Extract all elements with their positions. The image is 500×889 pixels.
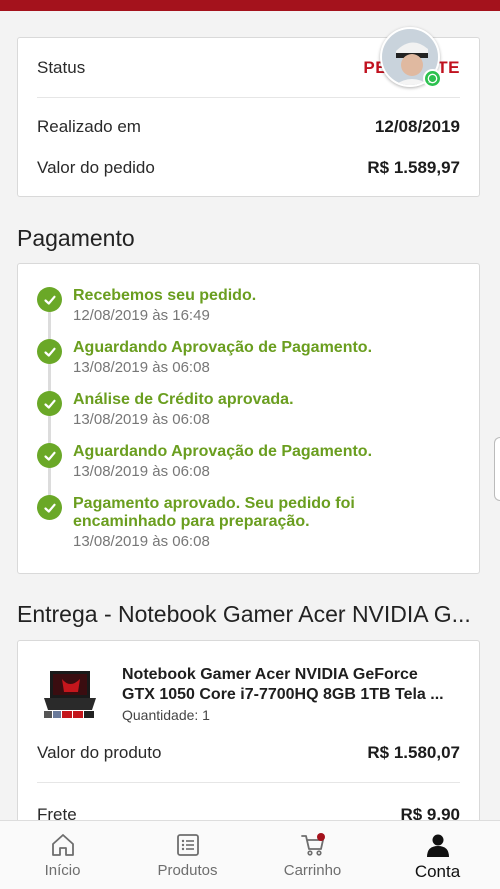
cart-badge-dot xyxy=(316,833,325,841)
nav-carrinho-label: Carrinho xyxy=(283,862,342,879)
valor-produto-value: R$ 1.580,07 xyxy=(367,743,460,762)
realizado-label: Realizado em xyxy=(37,117,141,136)
bottom-navigation: Início Produtos Carrinho Conta xyxy=(0,820,500,889)
step-date: 12/08/2019 às 16:49 xyxy=(73,307,210,324)
status-label: Status xyxy=(37,58,86,77)
step-title: Aguardando Aprovação de Pagamento. xyxy=(73,339,373,356)
nav-produtos-label: Produtos xyxy=(157,862,218,879)
product-name-line1: Notebook Gamer Acer NVIDIA GeForce xyxy=(122,666,418,683)
step-date: 13/08/2019 às 06:08 xyxy=(73,411,210,428)
divider xyxy=(37,782,460,783)
delivery-card: Notebook Gamer Acer NVIDIA GeForce GTX 1… xyxy=(17,640,480,840)
whatsapp-icon[interactable] xyxy=(423,69,442,88)
realizado-row: Realizado em 12/08/2019 xyxy=(37,117,460,137)
valor-pedido-row: Valor do pedido R$ 1.589,97 xyxy=(37,158,460,178)
step-date: 13/08/2019 às 06:08 xyxy=(73,463,210,480)
nav-produtos[interactable]: Produtos xyxy=(125,821,250,889)
laptop-image xyxy=(44,671,96,718)
realizado-value: 12/08/2019 xyxy=(374,117,460,136)
nav-conta-label: Conta xyxy=(414,862,461,881)
nav-carrinho[interactable]: Carrinho xyxy=(250,821,375,889)
user-icon xyxy=(426,834,449,857)
product-quantity: Quantidade: 1 xyxy=(122,707,210,723)
product-name-line2: GTX 1050 Core i7-7700HQ 8GB 1TB Tela ... xyxy=(122,686,444,703)
step-date: 13/08/2019 às 06:08 xyxy=(73,533,210,550)
side-drawer-handle[interactable] xyxy=(494,437,500,501)
home-icon xyxy=(51,834,74,856)
payment-timeline-card: Recebemos seu pedido. 12/08/2019 às 16:4… xyxy=(17,263,480,574)
step-title: Aguardando Aprovação de Pagamento. xyxy=(73,443,373,460)
step-title: Recebemos seu pedido. xyxy=(73,287,257,304)
divider xyxy=(37,97,460,98)
nav-conta[interactable]: Conta xyxy=(375,821,500,889)
product-name[interactable]: Notebook Gamer Acer NVIDIA GeForce GTX 1… xyxy=(122,665,465,705)
check-icon xyxy=(37,495,62,520)
top-brand-bar xyxy=(0,0,500,11)
step-title-line1: Pagamento aprovado. Seu pedido foi xyxy=(73,495,355,512)
step-title-line2: encaminhado para preparação. xyxy=(73,513,310,530)
cart-icon xyxy=(300,833,325,856)
check-icon xyxy=(37,443,62,468)
whatsapp-glyph xyxy=(427,73,438,84)
valor-pedido-value: R$ 1.589,97 xyxy=(367,158,460,177)
list-icon xyxy=(176,834,199,856)
check-icon xyxy=(37,391,62,416)
entrega-title: Entrega - Notebook Gamer Acer NVIDIA G..… xyxy=(17,601,471,627)
check-icon xyxy=(37,339,62,364)
pagamento-title: Pagamento xyxy=(17,225,135,251)
nav-inicio[interactable]: Início xyxy=(0,821,125,889)
nav-inicio-label: Início xyxy=(44,862,81,879)
step-title: Análise de Crédito aprovada. xyxy=(73,391,294,408)
step-date: 13/08/2019 às 06:08 xyxy=(73,359,210,376)
check-icon xyxy=(37,287,62,312)
valor-produto-row: Valor do produto R$ 1.580,07 xyxy=(37,743,460,763)
valor-produto-label: Valor do produto xyxy=(37,743,162,762)
valor-pedido-label: Valor do pedido xyxy=(37,158,155,177)
product-thumbnail[interactable] xyxy=(40,665,100,723)
